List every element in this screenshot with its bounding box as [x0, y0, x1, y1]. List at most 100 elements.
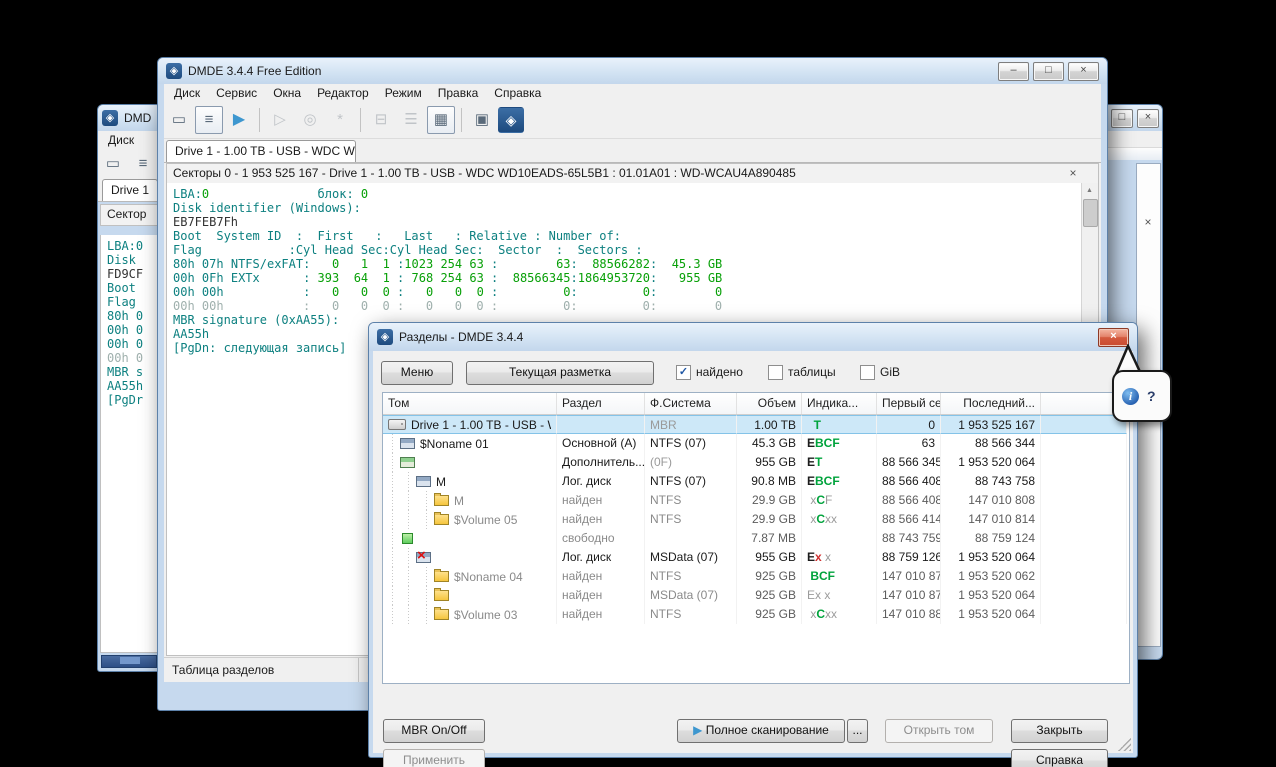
right-window-titlebar[interactable]: □ ×: [1104, 105, 1162, 131]
close-dialog-button[interactable]: Закрыть: [1011, 719, 1108, 743]
table-row[interactable]: Дополнитель...(0F)955 GBET88 566 3451 95…: [383, 453, 1129, 472]
table-row[interactable]: $Volume 05найденNTFS29.9 GB xCxx88 566 4…: [383, 510, 1129, 529]
menu-item-правка[interactable]: Правка: [430, 84, 487, 102]
volume-name: $Noname 01: [420, 435, 489, 453]
dialog-titlebar[interactable]: ◈ Разделы - DMDE 3.4.4 ×: [369, 323, 1137, 351]
right-pane-close-icon[interactable]: ×: [1141, 216, 1155, 230]
indicator-letter: xx: [825, 607, 837, 621]
continue-icon[interactable]: ▶: [225, 106, 253, 134]
checkbox-gib[interactable]: GiB: [860, 364, 900, 380]
column-header-Последний...[interactable]: Последний...: [941, 393, 1041, 414]
checkbox-label: таблицы: [788, 365, 836, 379]
table-row[interactable]: $Noname 01Основной (A)NTFS (07)45.3 GBEB…: [383, 434, 1129, 453]
unchecked-checkbox-icon[interactable]: [860, 365, 875, 380]
checked-checkbox-icon[interactable]: ✓: [676, 365, 691, 380]
menu-item-окна[interactable]: Окна: [265, 84, 309, 102]
maximize-button[interactable]: □: [1033, 62, 1064, 81]
partition-type: Лог. диск: [557, 472, 645, 491]
table-row[interactable]: Лог. дискMSData (07)955 GBEx x88 759 126…: [383, 548, 1129, 567]
indicators: EBCF: [802, 434, 877, 453]
scan-options-button[interactable]: ...: [847, 719, 868, 743]
menu-button[interactable]: Меню: [381, 361, 453, 385]
vol-icon: [434, 571, 449, 582]
left-hex-view[interactable]: LBA:0DiskFD9CFBootFlag80h 000h 000h 000h…: [100, 235, 161, 653]
first-sector: 88 566 408: [877, 491, 941, 510]
left-hscrollbar-thumb[interactable]: [120, 657, 140, 664]
menu-item-справка[interactable]: Справка: [486, 84, 549, 102]
indicators: T: [802, 415, 877, 434]
column-header-Первый се...[interactable]: Первый се...: [877, 393, 941, 414]
pane-close-icon[interactable]: ×: [1066, 167, 1080, 181]
menu-item-сервис[interactable]: Сервис: [208, 84, 265, 102]
table-row[interactable]: $Noname 04найденNTFS925 GB BCF147 010 87…: [383, 567, 1129, 586]
open-disk-icon[interactable]: ▭: [99, 150, 127, 178]
hex-line: 80h 0: [107, 309, 155, 323]
right-window-maximize-button[interactable]: □: [1111, 109, 1133, 128]
checkbox-найдено[interactable]: ✓ найдено: [676, 364, 743, 380]
table-row[interactable]: свободно7.87 MB88 743 75988 759 124: [383, 529, 1129, 548]
full-scan-button[interactable]: ▶ Полное сканирование: [677, 719, 845, 743]
run-scan-icon: ▷: [266, 106, 294, 134]
column-header-Ф.Система[interactable]: Ф.Система: [645, 393, 737, 414]
dmde-logo-icon[interactable]: ◈: [498, 107, 524, 133]
menu-item-редактор[interactable]: Редактор: [309, 84, 377, 102]
left-window-tab[interactable]: Drive 1: [102, 179, 158, 201]
filler-cell: [1041, 605, 1127, 624]
column-header-Раздел[interactable]: Раздел: [557, 393, 645, 414]
hex-vscrollbar-thumb[interactable]: [1083, 199, 1098, 227]
menu-item-диск[interactable]: Диск: [100, 131, 142, 149]
left-window-menubar: Диск: [98, 131, 161, 149]
checkbox-label: GiB: [880, 365, 900, 379]
filler-cell: [1041, 567, 1127, 586]
mbr-onoff-button[interactable]: MBR On/Off: [383, 719, 485, 743]
info-icon: i: [1122, 388, 1139, 405]
filler-cell: [1041, 472, 1127, 491]
vol-icon: [434, 495, 449, 506]
scroll-up-icon[interactable]: ▲: [1083, 184, 1096, 197]
checkbox-таблицы[interactable]: таблицы: [768, 364, 836, 380]
table-row[interactable]: Drive 1 - 1.00 TB - USB - W...MBR1.00 TB…: [383, 415, 1129, 434]
table-row[interactable]: MнайденNTFS29.9 GB xCF88 566 408147 010 …: [383, 491, 1129, 510]
filler-cell: [1041, 510, 1127, 529]
unchecked-checkbox-icon[interactable]: [768, 365, 783, 380]
help-button[interactable]: Справка: [1011, 749, 1108, 767]
indicator-letter: E: [807, 474, 815, 488]
left-hscrollbar[interactable]: [101, 655, 157, 668]
indicator-letter: x: [807, 493, 816, 507]
main-tabstrip: Drive 1 - 1.00 TB - USB - WDC WD1...: [164, 139, 1101, 163]
current-layout-button[interactable]: Текущая разметка: [466, 361, 654, 385]
hex-view-icon[interactable]: ▦: [427, 106, 455, 134]
main-titlebar[interactable]: ◈ DMDE 3.4.4 Free Edition – □ ×: [158, 58, 1107, 84]
volume-name: $Volume 03: [454, 606, 517, 624]
indicator-letter: E: [807, 550, 815, 564]
open-volumes-icon[interactable]: ≡: [195, 106, 223, 134]
dmde-logo-icon: ◈: [377, 329, 393, 345]
table-row[interactable]: $Volume 03найденNTFS925 GB xCxx147 010 8…: [383, 605, 1129, 624]
menu-item-диск[interactable]: Диск: [166, 84, 208, 102]
right-window-close-button[interactable]: ×: [1137, 109, 1159, 128]
checkbox-label: найдено: [696, 365, 743, 379]
column-header-Объем[interactable]: Объем: [737, 393, 802, 414]
menu-item-режим[interactable]: Режим: [377, 84, 430, 102]
drive-tab[interactable]: Drive 1 - 1.00 TB - USB - WDC WD1...: [166, 140, 356, 162]
windows-cascade-icon[interactable]: ▣: [468, 106, 496, 134]
indicator-letter: Ex x: [807, 588, 830, 602]
table-row[interactable]: найденMSData (07)925 GBEx x147 010 8781 …: [383, 586, 1129, 605]
open-volumes-icon[interactable]: ≡: [129, 150, 157, 178]
minimize-button[interactable]: –: [998, 62, 1029, 81]
resize-grip[interactable]: [1118, 738, 1131, 751]
left-window-titlebar[interactable]: ◈ DMD: [98, 105, 161, 131]
left-window-toolbar: ▭≡: [98, 149, 161, 179]
apply-button: Применить: [383, 749, 485, 767]
partition-type: найден: [557, 491, 645, 510]
open-disk-icon[interactable]: ▭: [165, 106, 193, 134]
close-button[interactable]: ×: [1068, 62, 1099, 81]
column-header-Индика...[interactable]: Индика...: [802, 393, 877, 414]
column-header-Том[interactable]: Том: [383, 393, 557, 414]
indicators: xCF: [802, 491, 877, 510]
indicator-letter: x: [807, 607, 816, 621]
file-system: (0F): [645, 453, 737, 472]
indicator-letter: C: [816, 493, 825, 507]
first-sector: 147 010 878: [877, 586, 941, 605]
table-row[interactable]: MЛог. дискNTFS (07)90.8 MBEBCF88 566 408…: [383, 472, 1129, 491]
